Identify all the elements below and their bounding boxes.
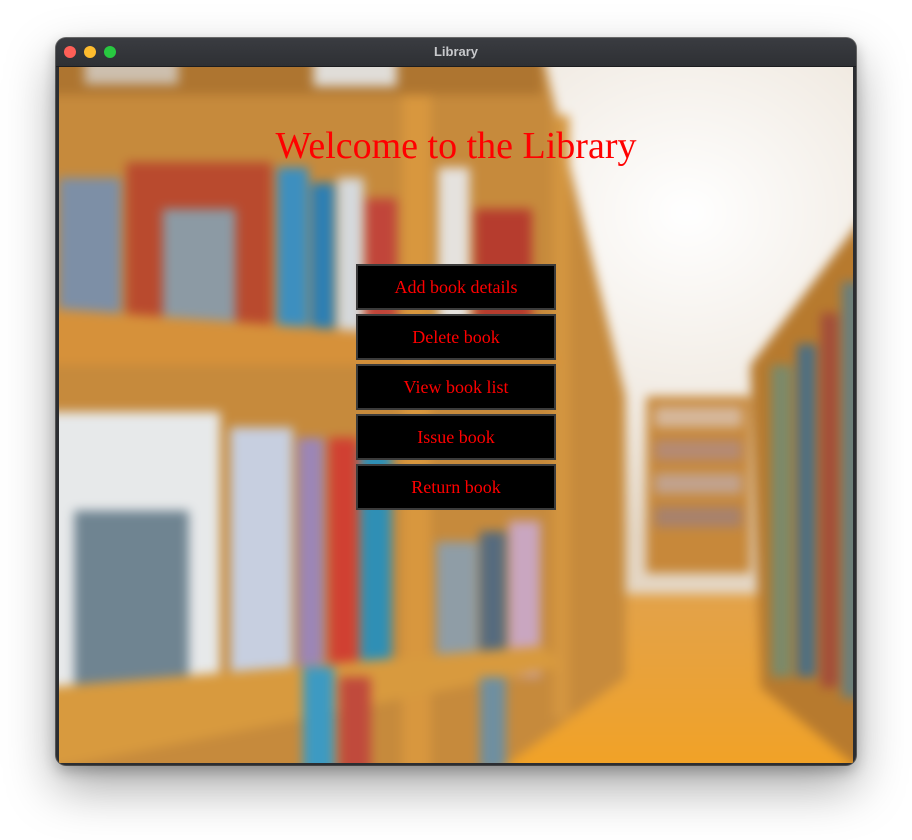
return-book-button[interactable]: Return book	[356, 464, 556, 510]
add-book-details-button[interactable]: Add book details	[356, 264, 556, 310]
view-book-list-button[interactable]: View book list	[356, 364, 556, 410]
main-canvas: Welcome to the Library Add book details …	[59, 67, 853, 763]
delete-book-button[interactable]: Delete book	[356, 314, 556, 360]
library-window: Library Welcome to the Library Add book …	[56, 38, 856, 765]
library-menu: Add book details Delete book View book l…	[356, 264, 556, 514]
window-title: Library	[433, 44, 479, 59]
title-bar[interactable]: Library	[56, 38, 856, 67]
issue-book-button[interactable]: Issue book	[356, 414, 556, 460]
welcome-heading: Welcome to the Library	[275, 125, 637, 167]
